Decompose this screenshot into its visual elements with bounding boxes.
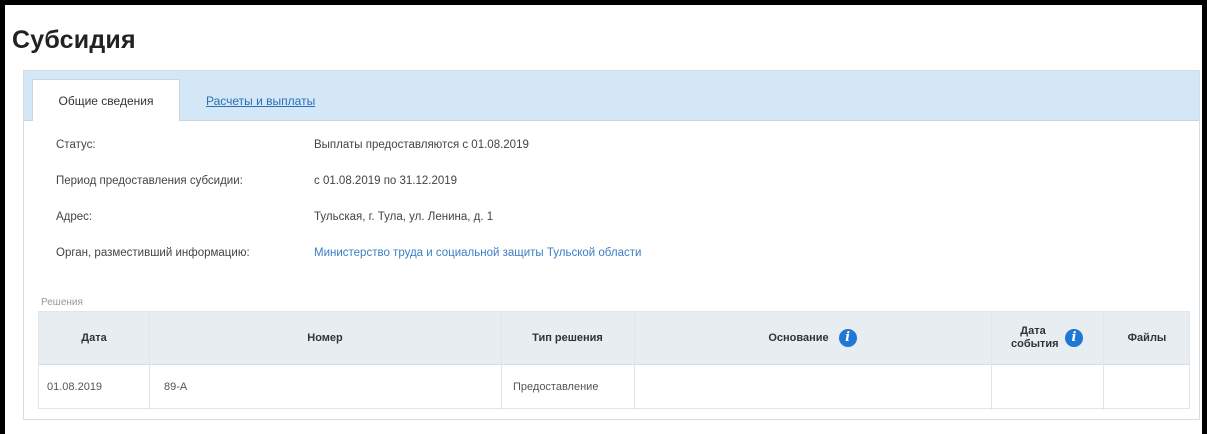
column-header-number-label: Номер bbox=[307, 332, 343, 344]
status-value: Выплаты предоставляются с 01.08.2019 bbox=[314, 139, 529, 151]
column-header-date-label: Дата bbox=[81, 332, 107, 344]
table-cell-decision-type: Предоставление bbox=[513, 380, 599, 393]
column-header-basis[interactable]: Основание i bbox=[634, 312, 991, 364]
subsidy-panel: Общие сведения Расчеты и выплаты Статус:… bbox=[23, 70, 1200, 420]
decisions-table: Дата Номер Тип решения Основание i Дата … bbox=[38, 311, 1191, 410]
table-cell-event-date bbox=[1001, 364, 1101, 409]
info-icon[interactable]: i bbox=[1065, 329, 1083, 347]
column-header-basis-label: Основание bbox=[768, 332, 829, 344]
column-header-files[interactable]: Файлы bbox=[1103, 312, 1191, 364]
table-cell-basis bbox=[644, 364, 984, 409]
table-cell-number: 89-А bbox=[164, 380, 188, 393]
page-title: Субсидия bbox=[12, 26, 136, 54]
period-value: с 01.08.2019 по 31.12.2019 bbox=[314, 175, 458, 187]
window-frame-top bbox=[0, 0, 1207, 5]
decisions-section-label: Решения bbox=[41, 297, 83, 308]
period-label: Период предоставления субсидии: bbox=[56, 175, 243, 187]
status-label: Статус: bbox=[56, 139, 96, 151]
table-cell-files bbox=[1113, 364, 1191, 409]
organization-label: Орган, разместивший информацию: bbox=[56, 247, 250, 259]
tab-general-info[interactable]: Общие сведения bbox=[32, 79, 180, 121]
table-cell-date: 01.08.2019 bbox=[47, 380, 103, 393]
window-frame-left bbox=[0, 0, 5, 434]
address-label: Адрес: bbox=[56, 211, 93, 223]
tab-payments[interactable]: Расчеты и выплаты bbox=[206, 94, 315, 108]
tab-bar: Общие сведения Расчеты и выплаты bbox=[24, 71, 1199, 121]
organization-link[interactable]: Министерство труда и социальной защиты Т… bbox=[314, 247, 641, 259]
column-header-event-date[interactable]: Дата события i bbox=[991, 312, 1103, 364]
column-header-date[interactable]: Дата bbox=[39, 312, 149, 364]
column-header-files-label: Файлы bbox=[1127, 332, 1167, 344]
window-frame-right bbox=[1202, 0, 1207, 434]
info-icon[interactable]: i bbox=[838, 329, 857, 347]
column-header-decision-type[interactable]: Тип решения bbox=[501, 312, 634, 364]
address-value: Тульская, г. Тула, ул. Ленина, д. 1 bbox=[314, 211, 494, 223]
column-header-decision-type-label: Тип решения bbox=[532, 332, 603, 344]
column-header-number[interactable]: Номер bbox=[149, 312, 501, 364]
column-header-event-date-label: Дата события bbox=[1011, 325, 1059, 350]
